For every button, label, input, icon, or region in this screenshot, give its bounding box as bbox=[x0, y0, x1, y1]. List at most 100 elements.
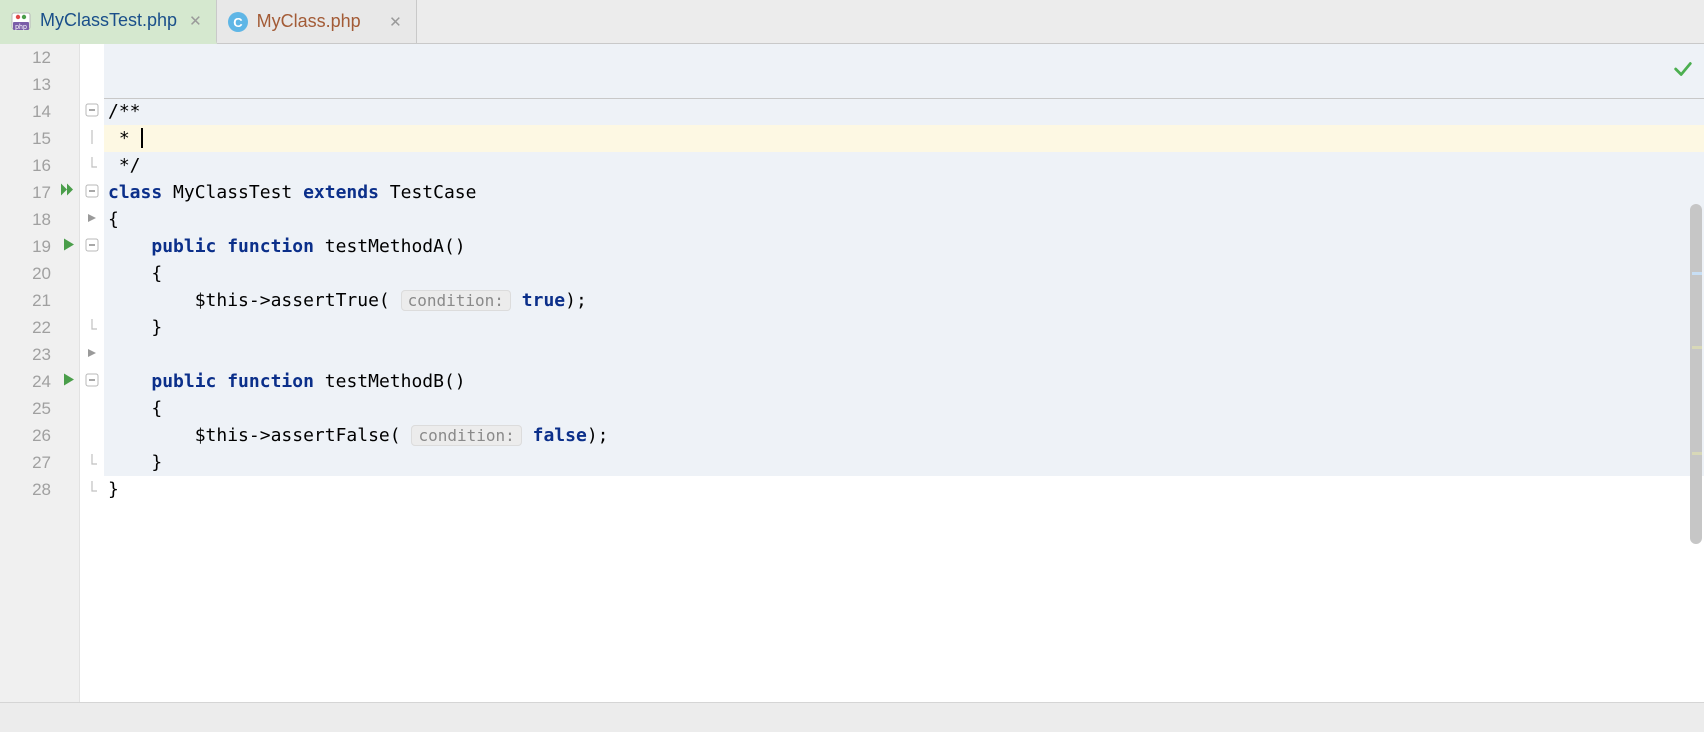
fold-cell[interactable] bbox=[80, 98, 104, 125]
code-line[interactable]: */ bbox=[104, 152, 1704, 179]
line-number[interactable]: 16 bbox=[0, 152, 79, 179]
code-line[interactable]: $this->assertFalse( condition: false); bbox=[104, 422, 1704, 449]
close-icon[interactable]: ✕ bbox=[185, 12, 206, 30]
tab-label: MyClassTest.php bbox=[40, 10, 177, 31]
fold-cell bbox=[80, 260, 104, 287]
keyword-token: function bbox=[227, 371, 325, 392]
fold-cell[interactable] bbox=[80, 314, 104, 341]
line-number[interactable]: 27 bbox=[0, 449, 79, 476]
vertical-scrollbar[interactable] bbox=[1690, 204, 1702, 544]
fold-cell[interactable] bbox=[80, 206, 104, 233]
parameter-hint: condition: bbox=[401, 290, 511, 311]
line-number[interactable]: 21 bbox=[0, 287, 79, 314]
fold-region-icon[interactable] bbox=[85, 345, 99, 365]
line-number[interactable]: 25 bbox=[0, 395, 79, 422]
run-test-icon[interactable] bbox=[61, 368, 77, 395]
code-line[interactable]: { bbox=[104, 260, 1704, 287]
editor-tab[interactable]: php MyClassTest.php ✕ bbox=[0, 0, 217, 44]
keyword-token: extends bbox=[303, 182, 390, 203]
separator-line bbox=[104, 98, 1704, 99]
code-token bbox=[522, 425, 533, 446]
line-number[interactable]: 19 bbox=[0, 233, 79, 260]
fold-cell bbox=[80, 287, 104, 314]
fold-cell[interactable] bbox=[80, 152, 104, 179]
line-number[interactable]: 24 bbox=[0, 368, 79, 395]
svg-text:C: C bbox=[233, 15, 243, 30]
error-stripe-marker[interactable] bbox=[1692, 346, 1702, 349]
fold-cell[interactable] bbox=[80, 179, 104, 206]
code-line[interactable] bbox=[104, 71, 1704, 98]
code-token: */ bbox=[108, 155, 141, 176]
keyword-token: public bbox=[151, 371, 227, 392]
fold-cell[interactable] bbox=[80, 449, 104, 476]
code-token: ->assertFalse( bbox=[249, 425, 412, 446]
line-number[interactable]: 14 bbox=[0, 98, 79, 125]
line-number[interactable]: 23 bbox=[0, 341, 79, 368]
code-line[interactable]: } bbox=[104, 449, 1704, 476]
inspection-ok-icon[interactable] bbox=[1672, 58, 1694, 85]
fold-bar-icon[interactable] bbox=[85, 129, 99, 149]
code-token: ->assertTrue( bbox=[249, 290, 401, 311]
code-line[interactable]: * bbox=[104, 125, 1704, 152]
editor-tab[interactable]: C MyClass.php ✕ bbox=[217, 0, 417, 43]
code-token: $this bbox=[195, 290, 249, 311]
code-line[interactable]: /** bbox=[104, 98, 1704, 125]
line-number[interactable]: 12 bbox=[0, 44, 79, 71]
error-stripe-marker[interactable] bbox=[1692, 272, 1702, 275]
fold-end-icon[interactable] bbox=[85, 453, 99, 473]
fold-end-icon[interactable] bbox=[85, 318, 99, 338]
line-number[interactable]: 18 bbox=[0, 206, 79, 233]
fold-region-icon[interactable] bbox=[85, 210, 99, 230]
code-area[interactable]: /** * */ class MyClassTest extends TestCa… bbox=[104, 44, 1704, 702]
code-line[interactable]: { bbox=[104, 206, 1704, 233]
close-icon[interactable]: ✕ bbox=[385, 13, 406, 31]
code-line[interactable] bbox=[104, 44, 1704, 71]
line-number[interactable]: 13 bbox=[0, 71, 79, 98]
code-line[interactable]: public function testMethodB() bbox=[104, 368, 1704, 395]
status-bar bbox=[0, 702, 1704, 732]
fold-cell[interactable] bbox=[80, 368, 104, 395]
editor-tabs: php MyClassTest.php ✕ C MyClass.php ✕ bbox=[0, 0, 1704, 44]
fold-collapse-icon[interactable] bbox=[85, 183, 99, 203]
code-token: } bbox=[151, 452, 162, 473]
code-line[interactable]: } bbox=[104, 476, 1704, 503]
fold-collapse-icon[interactable] bbox=[85, 237, 99, 257]
line-number[interactable]: 15 bbox=[0, 125, 79, 152]
fold-cell bbox=[80, 71, 104, 98]
fold-cell[interactable] bbox=[80, 476, 104, 503]
fold-cell[interactable] bbox=[80, 125, 104, 152]
fold-cell bbox=[80, 44, 104, 71]
line-number[interactable]: 26 bbox=[0, 422, 79, 449]
code-line[interactable]: class MyClassTest extends TestCase bbox=[104, 179, 1704, 206]
fold-cell[interactable] bbox=[80, 233, 104, 260]
tab-label: MyClass.php bbox=[257, 11, 361, 32]
code-line[interactable]: $this->assertTrue( condition: true); bbox=[104, 287, 1704, 314]
line-number-gutter: 1213141516171819202122232425262728 bbox=[0, 44, 80, 702]
fold-cell[interactable] bbox=[80, 341, 104, 368]
code-token bbox=[511, 290, 522, 311]
fold-collapse-icon[interactable] bbox=[85, 102, 99, 122]
keyword-token: function bbox=[227, 236, 325, 257]
code-line[interactable]: } bbox=[104, 314, 1704, 341]
fold-collapse-icon[interactable] bbox=[85, 372, 99, 392]
editor: 1213141516171819202122232425262728 /** *… bbox=[0, 44, 1704, 702]
code-line[interactable]: public function testMethodA() bbox=[104, 233, 1704, 260]
error-stripe-marker[interactable] bbox=[1692, 452, 1702, 455]
parameter-hint: condition: bbox=[411, 425, 521, 446]
line-number[interactable]: 22 bbox=[0, 314, 79, 341]
run-test-icon[interactable] bbox=[61, 233, 77, 260]
fold-cell bbox=[80, 422, 104, 449]
line-number[interactable]: 28 bbox=[0, 476, 79, 503]
fold-end-icon[interactable] bbox=[85, 480, 99, 500]
code-token: ); bbox=[565, 290, 587, 311]
code-token: ); bbox=[587, 425, 609, 446]
code-line[interactable]: { bbox=[104, 395, 1704, 422]
line-number[interactable]: 20 bbox=[0, 260, 79, 287]
run-all-tests-icon[interactable] bbox=[59, 179, 77, 206]
code-line[interactable] bbox=[104, 341, 1704, 368]
keyword-token: false bbox=[533, 425, 587, 446]
fold-end-icon[interactable] bbox=[85, 156, 99, 176]
line-number[interactable]: 17 bbox=[0, 179, 79, 206]
code-token: { bbox=[151, 398, 162, 419]
php-file-icon: php bbox=[10, 10, 32, 32]
